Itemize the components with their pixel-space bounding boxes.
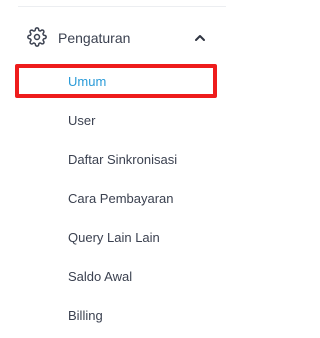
sidebar-item-query-lain-lain[interactable]: Query Lain Lain xyxy=(0,219,231,255)
sidebar-item-label: Saldo Awal xyxy=(68,269,133,284)
sidebar-item-umum[interactable]: Umum xyxy=(0,63,231,99)
sidebar-item-daftar-sinkronisasi[interactable]: Daftar Sinkronisasi xyxy=(0,141,231,177)
sidebar-item-label: Cara Pembayaran xyxy=(68,191,174,206)
chevron-up-icon[interactable] xyxy=(193,31,207,45)
sidebar-item-label: Billing xyxy=(68,308,103,323)
sidebar-item-label: Daftar Sinkronisasi xyxy=(68,152,178,167)
sidebar-item-user[interactable]: User xyxy=(0,102,231,138)
gear-icon xyxy=(27,27,47,47)
settings-section-header[interactable]: Pengaturan xyxy=(0,22,231,54)
sidebar-item-label: Umum xyxy=(68,74,107,89)
sidebar-item-label: Query Lain Lain xyxy=(68,230,160,245)
sidebar-item-billing[interactable]: Billing xyxy=(0,297,231,333)
sidebar-item-saldo-awal[interactable]: Saldo Awal xyxy=(0,258,231,294)
settings-section-label: Pengaturan xyxy=(58,30,131,46)
sidebar-item-cara-pembayaran[interactable]: Cara Pembayaran xyxy=(0,180,231,216)
sidebar-item-label: User xyxy=(68,113,96,128)
top-divider xyxy=(18,6,226,7)
